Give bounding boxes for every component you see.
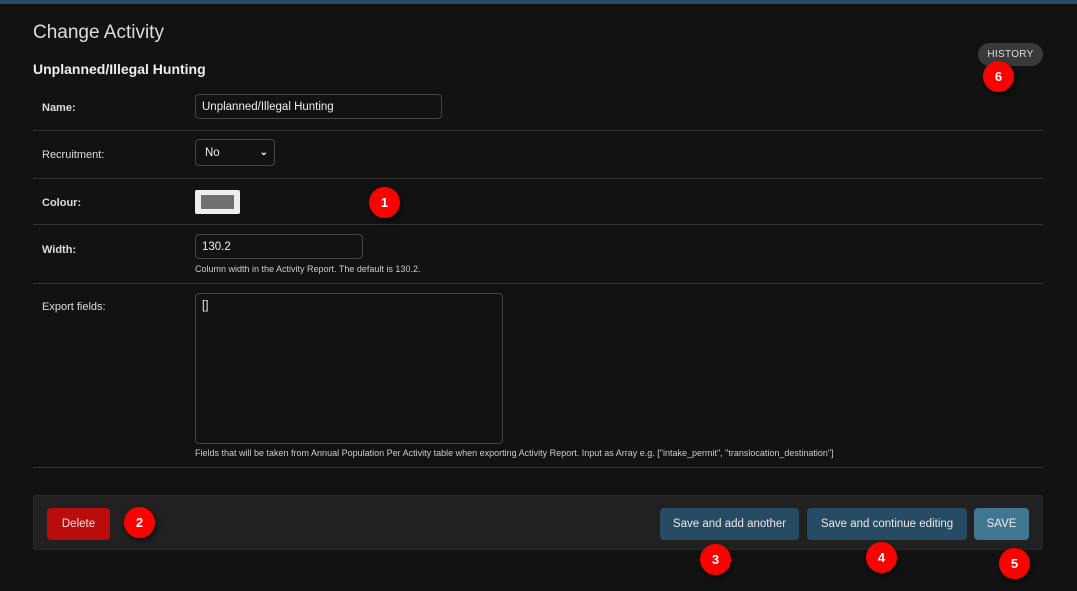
colour-label: Colour: — [42, 197, 82, 209]
annotation-badge-3: 3 — [700, 544, 731, 575]
delete-button[interactable]: Delete — [47, 508, 110, 540]
top-bar — [0, 0, 1077, 4]
name-label: Name: — [42, 102, 76, 114]
object-title: Unplanned/Illegal Hunting — [33, 61, 206, 77]
width-help: Column width in the Activity Report. The… — [195, 264, 421, 274]
page-title: Change Activity — [33, 22, 164, 43]
name-input[interactable]: Unplanned/Illegal Hunting — [195, 94, 442, 119]
save-continue-button[interactable]: Save and continue editing — [807, 508, 967, 540]
annotation-badge-2: 2 — [124, 507, 155, 538]
export-fields-textarea[interactable]: [] — [195, 293, 503, 444]
form-row-colour: Colour: — [33, 179, 1043, 225]
annotation-badge-6: 6 — [983, 61, 1014, 92]
export-fields-label: Export fields: — [42, 301, 106, 313]
width-label: Width: — [42, 244, 77, 256]
form-row-recruitment: Recruitment: No ⌄ — [33, 131, 1043, 179]
annotation-badge-4: 4 — [866, 542, 897, 573]
recruitment-value: No — [205, 146, 220, 159]
form-row-export-fields: Export fields: [] Fields that will be ta… — [33, 284, 1043, 468]
width-input[interactable]: 130.2 — [195, 234, 363, 259]
form-row-width: Width: 130.2 Column width in the Activit… — [33, 225, 1043, 284]
chevron-down-icon: ⌄ — [259, 147, 268, 158]
colour-picker[interactable] — [195, 190, 240, 214]
history-button[interactable]: HISTORY — [978, 43, 1043, 66]
save-add-another-button[interactable]: Save and add another — [660, 508, 799, 540]
recruitment-select[interactable]: No ⌄ — [195, 139, 275, 166]
colour-swatch — [201, 195, 234, 209]
submit-row: Delete Save and add another Save and con… — [33, 495, 1043, 550]
annotation-badge-5: 5 — [999, 548, 1030, 579]
save-button[interactable]: SAVE — [974, 508, 1029, 540]
annotation-badge-1: 1 — [369, 187, 400, 218]
recruitment-label: Recruitment: — [42, 149, 105, 161]
export-fields-help: Fields that will be taken from Annual Po… — [195, 448, 834, 458]
form-row-name: Name: Unplanned/Illegal Hunting — [33, 83, 1043, 131]
